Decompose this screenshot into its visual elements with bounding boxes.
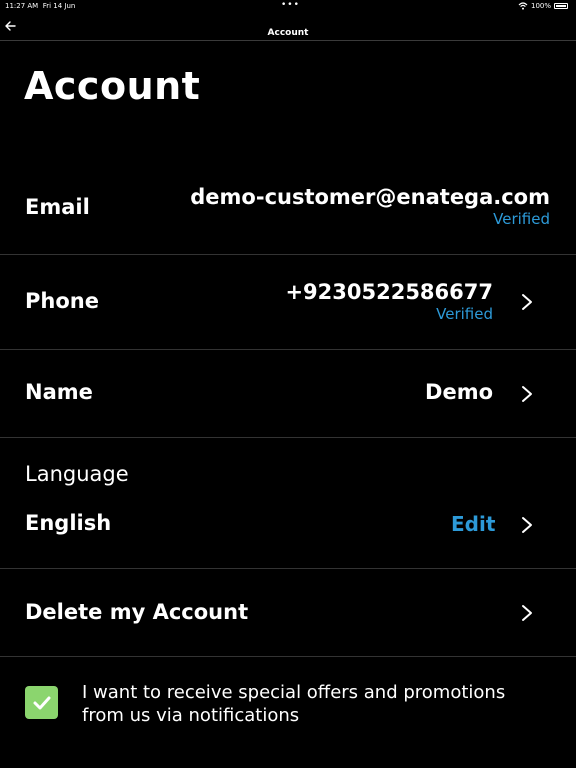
consent-text: I want to receive special offers and pro… bbox=[82, 682, 506, 726]
status-date: Fri 14 Jun bbox=[42, 2, 76, 10]
email-verified-status: Verified bbox=[493, 210, 550, 228]
chevron-right-icon[interactable] bbox=[518, 383, 536, 405]
status-bar: 11:27 AM Fri 14 Jun ••• 100% bbox=[0, 0, 576, 12]
email-value: demo-customer@enatega.com bbox=[190, 185, 550, 209]
edit-language-button[interactable]: Edit bbox=[451, 512, 495, 536]
checkmark-icon bbox=[33, 696, 50, 709]
language-row: Language English Edit bbox=[0, 437, 576, 569]
language-label: Language bbox=[25, 462, 129, 486]
status-time: 11:27 AM bbox=[5, 2, 39, 10]
delete-account-row[interactable]: Delete my Account bbox=[0, 568, 576, 657]
status-time-date: 11:27 AM Fri 14 Jun bbox=[5, 2, 75, 10]
email-label: Email bbox=[25, 195, 90, 219]
phone-value: +9230522586677 bbox=[285, 280, 493, 304]
name-label: Name bbox=[25, 380, 93, 404]
chevron-right-icon[interactable] bbox=[518, 291, 536, 313]
battery-icon bbox=[554, 3, 568, 9]
status-right: 100% bbox=[518, 2, 568, 10]
multitasking-dots-icon[interactable]: ••• bbox=[281, 0, 300, 10]
phone-row[interactable]: Phone +9230522586677 Verified bbox=[0, 254, 576, 350]
chevron-right-icon[interactable] bbox=[518, 514, 536, 536]
battery-percent: 100% bbox=[530, 2, 551, 10]
email-row: Email demo-customer@enatega.com Verified bbox=[0, 160, 576, 255]
nav-title: Account bbox=[267, 28, 309, 38]
chevron-right-icon[interactable] bbox=[518, 602, 536, 624]
name-value: Demo bbox=[425, 380, 493, 404]
notifications-consent-checkbox[interactable] bbox=[25, 686, 58, 719]
language-value: English bbox=[25, 511, 112, 535]
page-title: Account bbox=[24, 64, 201, 108]
navigation-bar: Account bbox=[0, 14, 576, 41]
wifi-icon bbox=[518, 2, 528, 10]
delete-account-label: Delete my Account bbox=[25, 600, 249, 624]
name-row[interactable]: Name Demo bbox=[0, 349, 576, 438]
phone-label: Phone bbox=[25, 289, 99, 313]
phone-verified-status: Verified bbox=[436, 305, 493, 323]
